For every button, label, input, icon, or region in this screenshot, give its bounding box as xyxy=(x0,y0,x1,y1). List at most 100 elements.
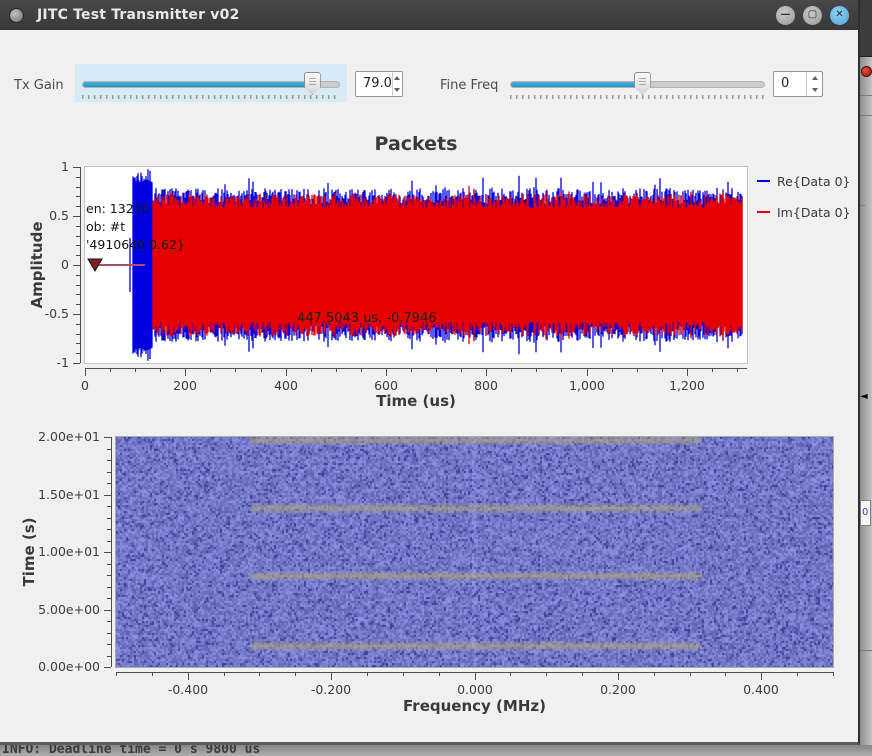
x-minor-tick xyxy=(546,672,547,676)
y-minor-tick xyxy=(107,564,111,565)
y-minor-tick xyxy=(107,529,111,530)
legend-label: Re{Data 0} xyxy=(777,174,851,189)
fine-freq-spinbox[interactable]: 0 xyxy=(773,71,823,97)
x-major-tick xyxy=(188,672,189,680)
background-window-strip[interactable]: ◄ 0 xyxy=(860,0,872,745)
minimize-button[interactable]: — xyxy=(776,6,795,25)
tx-gain-slider[interactable] xyxy=(75,64,347,102)
screen: JITC Test Transmitter v02 — ▢ ✕ Tx Gain … xyxy=(0,0,872,756)
y-tick-label: 0.00e+00 xyxy=(30,659,100,674)
maximize-button[interactable]: ▢ xyxy=(803,6,822,25)
tx-gain-slider-ticks xyxy=(82,95,340,99)
x-major-tick xyxy=(331,672,332,680)
y-minor-tick xyxy=(76,343,80,344)
x-minor-tick xyxy=(436,368,437,372)
y-minor-tick xyxy=(76,206,80,207)
fine-freq-spin-up-button[interactable] xyxy=(807,72,822,84)
y-minor-tick xyxy=(107,506,111,507)
y-tick-label: 1.00e+01 xyxy=(30,544,100,559)
divider xyxy=(860,205,865,206)
terminal-log-text: INFO: Deadline time = 0 s 9800 us xyxy=(2,745,260,756)
y-minor-tick xyxy=(107,598,111,599)
y-minor-tick xyxy=(76,285,80,286)
arrow-up-icon xyxy=(812,76,818,80)
y-major-tick xyxy=(73,314,80,315)
x-tick-label: 1,000 xyxy=(552,378,622,393)
app-window: JITC Test Transmitter v02 — ▢ ✕ Tx Gain … xyxy=(0,0,860,745)
x-minor-tick xyxy=(295,672,296,676)
x-tick-label: 0.400 xyxy=(726,682,796,697)
x-tick-label: 400 xyxy=(251,378,321,393)
packets-waveform: en: 13210ob: #t'4910640 0.62}447.5043 us… xyxy=(85,167,747,363)
tx-gain-value[interactable]: 79.0 xyxy=(356,72,392,96)
packets-plot-canvas[interactable]: en: 13210ob: #t'4910640 0.62}447.5043 us… xyxy=(85,167,747,363)
x-minor-tick xyxy=(336,368,337,372)
arrow-down-icon xyxy=(812,88,818,92)
background-window-titlebar-sliver xyxy=(860,0,872,57)
x-tick-label: -0.200 xyxy=(296,682,366,697)
x-minor-tick xyxy=(411,368,412,372)
fine-freq-slider-handle[interactable] xyxy=(634,72,651,95)
fine-freq-value[interactable]: 0 xyxy=(774,72,806,96)
tx-gain-slider-handle[interactable] xyxy=(304,72,321,95)
x-minor-tick xyxy=(536,368,537,372)
x-tick-label: 600 xyxy=(351,378,421,393)
tx-gain-slider-fill xyxy=(83,82,319,87)
x-minor-tick xyxy=(210,368,211,372)
waterfall-plot-canvas[interactable] xyxy=(116,437,833,667)
fine-freq-slider-fill xyxy=(511,82,643,87)
fine-freq-label: Fine Freq xyxy=(440,78,498,93)
y-minor-tick xyxy=(107,575,111,576)
tx-gain-spin-up-button[interactable] xyxy=(393,72,402,84)
close-button[interactable]: ✕ xyxy=(830,6,849,25)
y-tick-label: -1 xyxy=(0,355,69,370)
x-minor-tick xyxy=(367,672,368,676)
y-tick-label: 1 xyxy=(0,159,69,174)
x-major-tick xyxy=(386,368,387,376)
tx-gain-spinbox[interactable]: 79.0 xyxy=(355,71,403,97)
x-minor-tick xyxy=(712,368,713,372)
window-menu-icon[interactable] xyxy=(9,8,24,23)
x-major-tick xyxy=(286,368,287,376)
x-minor-tick xyxy=(361,368,362,372)
tag-tooltip-line: ob: #t xyxy=(86,219,125,234)
x-minor-tick xyxy=(511,368,512,372)
x-major-tick xyxy=(85,368,86,376)
x-minor-tick xyxy=(235,368,236,372)
legend-item: Re{Data 0} xyxy=(757,171,851,191)
x-minor-tick xyxy=(259,672,260,676)
y-minor-tick xyxy=(76,294,80,295)
y-minor-tick xyxy=(76,324,80,325)
x-minor-tick xyxy=(439,672,440,676)
fine-freq-spin-down-button[interactable] xyxy=(807,84,822,96)
background-terminal-strip[interactable]: INFO: Deadline time = 0 s 9800 us xyxy=(0,745,872,756)
legend-label: Im{Data 0} xyxy=(777,205,851,220)
y-minor-tick xyxy=(76,353,80,354)
x-minor-tick xyxy=(110,368,111,372)
x-minor-tick xyxy=(833,672,834,676)
tx-gain-spin-down-button[interactable] xyxy=(393,84,402,96)
y-minor-tick xyxy=(107,449,111,450)
y-minor-tick xyxy=(76,236,80,237)
fine-freq-slider[interactable] xyxy=(505,64,770,102)
tx-gain-slider-groove[interactable] xyxy=(82,81,340,88)
y-tick-label: -0.5 xyxy=(0,306,69,321)
titlebar[interactable]: JITC Test Transmitter v02 — ▢ ✕ xyxy=(0,0,858,30)
x-minor-tick xyxy=(662,368,663,372)
record-red-icon xyxy=(861,66,872,77)
x-major-tick xyxy=(687,368,688,376)
tag-tooltip-line: '4910640 0.62} xyxy=(86,237,185,252)
im-data-trace xyxy=(153,186,742,344)
divider xyxy=(860,650,872,651)
y-minor-tick xyxy=(76,196,80,197)
y-tick-label: 5.00e+00 xyxy=(30,602,100,617)
y-minor-tick xyxy=(76,177,80,178)
x-minor-tick xyxy=(654,672,655,676)
y-minor-tick xyxy=(76,245,80,246)
y-minor-tick xyxy=(107,644,111,645)
x-minor-tick xyxy=(510,672,511,676)
y-tick-label: 2.00e+01 xyxy=(30,429,100,444)
tx-gain-label: Tx Gain xyxy=(14,78,64,93)
x-tick-label: 0.200 xyxy=(583,682,653,697)
arrow-down-icon xyxy=(394,88,400,92)
